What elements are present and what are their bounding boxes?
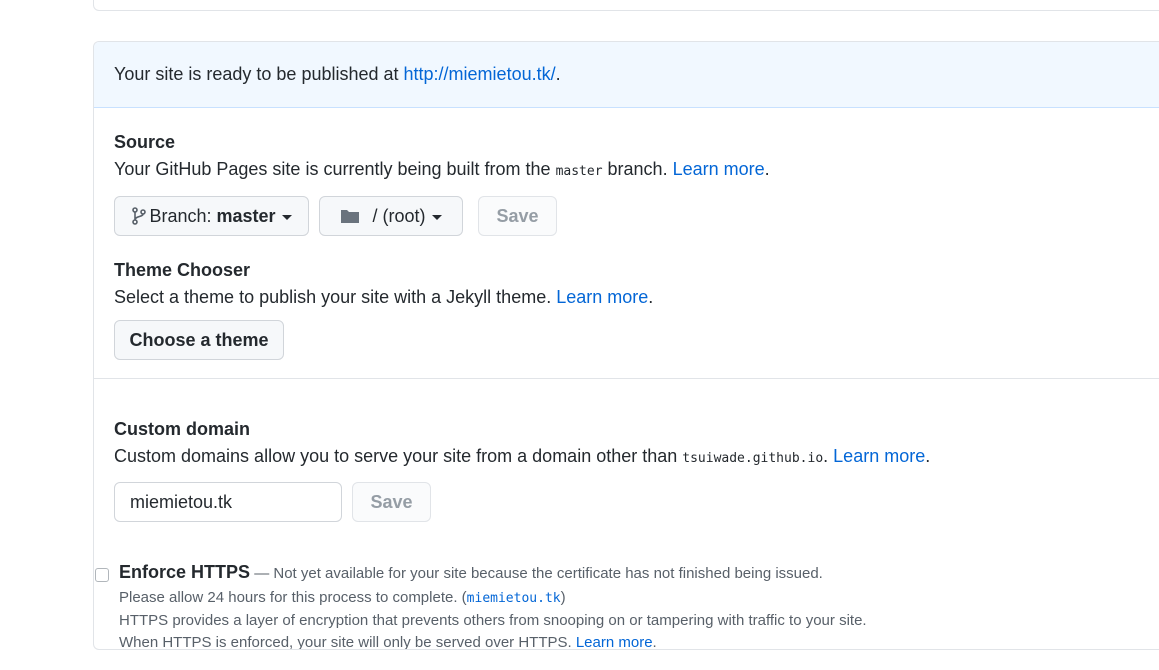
theme-learn-more-link[interactable]: Learn more bbox=[556, 287, 648, 307]
previous-section-box bbox=[93, 0, 1159, 11]
branch-label: Branch: bbox=[149, 205, 217, 226]
source-title: Source bbox=[114, 132, 176, 152]
custom-domain-input[interactable] bbox=[114, 482, 342, 522]
source-period: . bbox=[764, 159, 770, 179]
https-period: . bbox=[652, 634, 657, 650]
theme-description: Select a theme to publish your site with… bbox=[114, 287, 1153, 308]
git-branch-icon bbox=[132, 207, 147, 225]
publish-notice: Your site is ready to be published at ht… bbox=[94, 42, 1159, 108]
https-learn-more-link[interactable]: Learn more bbox=[576, 634, 653, 649]
https-enforced-note: When HTTPS is enforced, your site will o… bbox=[119, 632, 1159, 650]
theme-period: . bbox=[648, 287, 654, 307]
source-description: Your GitHub Pages site is currently bein… bbox=[114, 159, 1153, 180]
enforce-https-checkbox[interactable] bbox=[95, 568, 109, 582]
folder-select-button[interactable]: / (root) bbox=[319, 196, 463, 236]
https-note: Please allow 24 hours for this process t… bbox=[119, 587, 1159, 610]
source-section: Source Your GitHub Pages site is current… bbox=[94, 108, 1159, 236]
source-desc-text: Your GitHub Pages site is currently bein… bbox=[114, 159, 556, 179]
chevron-down-icon bbox=[431, 214, 442, 220]
github-pages-panel: Your site is ready to be published at ht… bbox=[93, 41, 1159, 650]
https-domain-code[interactable]: miemietou.tk bbox=[467, 591, 561, 606]
choose-theme-button[interactable]: Choose a theme bbox=[114, 320, 284, 360]
source-save-button[interactable]: Save bbox=[478, 196, 557, 236]
theme-desc-text: Select a theme to publish your site with… bbox=[114, 287, 557, 307]
theme-section: Theme Chooser Select a theme to publish … bbox=[94, 236, 1159, 360]
https-section: Enforce HTTPS — Not yet available for yo… bbox=[94, 522, 1159, 650]
custom-domain-title: Custom domain bbox=[114, 419, 251, 439]
https-status: — Not yet available for your site becaus… bbox=[250, 565, 823, 582]
folder-label: / (root) bbox=[372, 205, 426, 226]
branch-value: master bbox=[216, 205, 276, 226]
custom-domain-learn-more-link[interactable]: Learn more bbox=[833, 446, 925, 466]
branch-select-button[interactable]: Branch: master bbox=[114, 196, 309, 236]
source-learn-more-link[interactable]: Learn more bbox=[673, 159, 765, 179]
publish-notice-text: Your site is ready to be published at bbox=[114, 64, 404, 84]
custom-domain-desc-text: Custom domains allow you to serve your s… bbox=[114, 446, 683, 466]
custom-domain-section: Custom domain Custom domains allow you t… bbox=[94, 379, 1159, 522]
source-desc-suffix: branch. bbox=[602, 159, 673, 179]
https-description: HTTPS provides a layer of encryption tha… bbox=[119, 612, 867, 629]
https-note-suffix: ) bbox=[560, 589, 566, 606]
publish-notice-period: . bbox=[555, 64, 561, 84]
custom-domain-period: . bbox=[925, 446, 931, 466]
site-url-link[interactable]: http://miemietou.tk/ bbox=[404, 64, 556, 84]
domain-code: tsuiwade.github.io bbox=[682, 451, 824, 466]
custom-domain-save-button[interactable]: Save bbox=[352, 482, 431, 522]
https-header: Enforce HTTPS — Not yet available for yo… bbox=[119, 562, 1159, 583]
chevron-down-icon bbox=[281, 214, 292, 220]
custom-domain-description: Custom domains allow you to serve your s… bbox=[114, 446, 1153, 467]
folder-icon bbox=[341, 210, 360, 223]
branch-code: master bbox=[555, 164, 603, 179]
https-title: Enforce HTTPS bbox=[119, 562, 251, 582]
theme-title: Theme Chooser bbox=[114, 260, 251, 280]
custom-domain-desc-suffix: . bbox=[823, 446, 834, 466]
https-note-text: Please allow 24 hours for this process t… bbox=[119, 589, 467, 606]
https-enforced-text: When HTTPS is enforced, your site will o… bbox=[119, 634, 576, 650]
